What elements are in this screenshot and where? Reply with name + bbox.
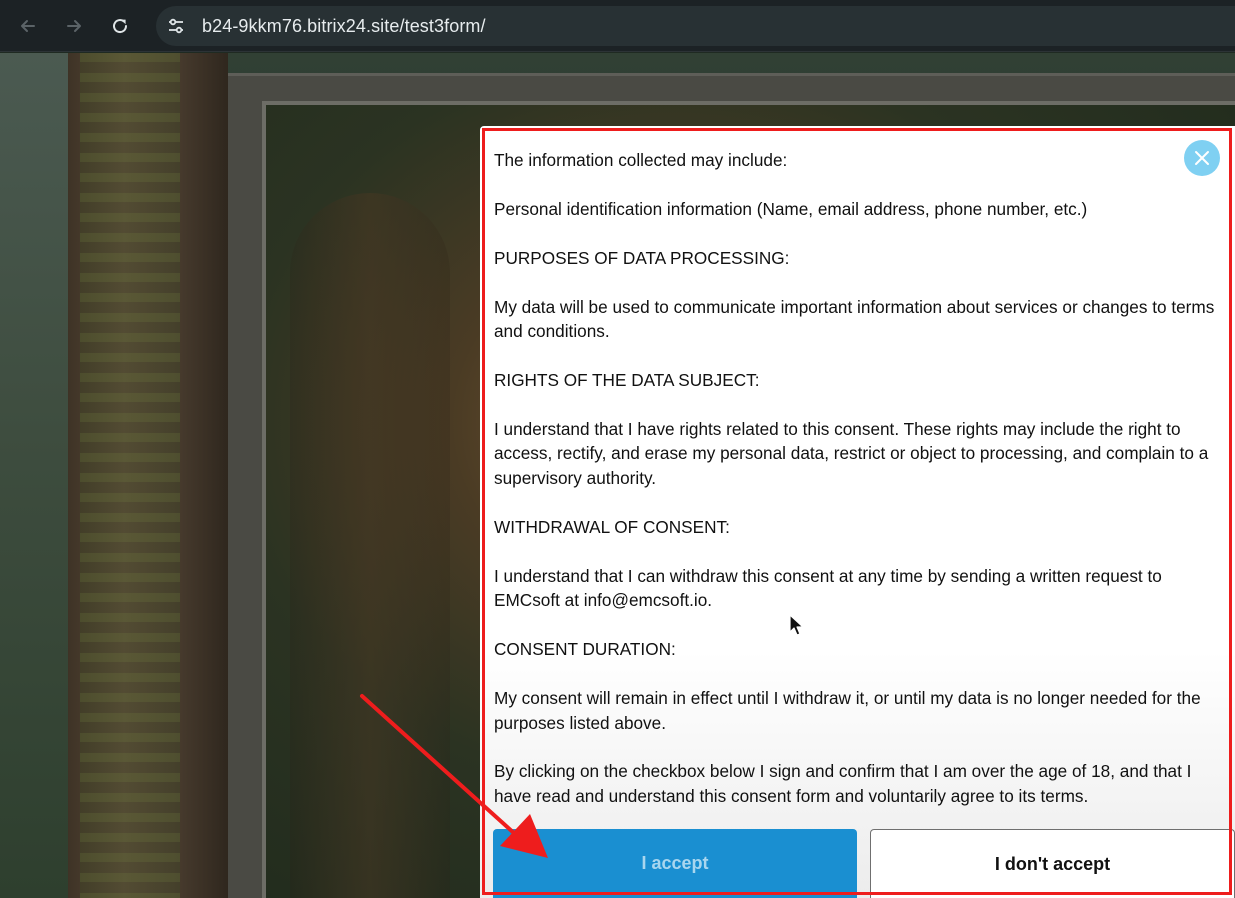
consent-paragraph: The information collected may include: — [494, 150, 788, 170]
consent-paragraph: I understand that I can withdraw this co… — [494, 565, 1162, 611]
forward-button[interactable] — [58, 10, 90, 42]
consent-paragraph: Personal identification information (Nam… — [494, 198, 1088, 219]
section-heading: RIGHTS OF THE DATA SUBJECT: — [494, 370, 760, 391]
arrow-left-icon — [21, 20, 35, 32]
consent-text: The information collected may include: P… — [494, 148, 1226, 833]
section-heading: WITHDRAWAL OF CONSENT: — [494, 516, 730, 537]
consent-paragraph: By clicking on the checkbox below I sign… — [494, 761, 1192, 806]
site-info-button[interactable] — [162, 12, 190, 40]
section-heading: CONSENT DURATION: — [494, 639, 676, 660]
consent-dialog: The information collected may include: P… — [480, 126, 1235, 898]
consent-paragraph: My consent will remain in effect until I… — [494, 688, 1201, 733]
arrow-right-icon — [67, 20, 81, 32]
address-bar[interactable]: b24-9kkm76.bitrix24.site/test3form/ — [156, 6, 1235, 46]
browser-toolbar: b24-9kkm76.bitrix24.site/test3form/ — [0, 0, 1235, 52]
consent-actions: I accept I don't accept — [493, 829, 1235, 898]
url-text[interactable]: b24-9kkm76.bitrix24.site/test3form/ — [202, 16, 486, 37]
tune-icon — [169, 18, 183, 34]
decline-button[interactable]: I don't accept — [870, 829, 1235, 898]
hanging-vines — [80, 53, 180, 898]
back-button[interactable] — [12, 10, 44, 42]
reload-button[interactable] — [104, 10, 136, 42]
section-heading: PURPOSES OF DATA PROCESSING: — [494, 247, 790, 268]
mouse-cursor-icon — [789, 614, 804, 636]
consent-paragraph: I understand that I have rights related … — [494, 418, 1209, 488]
painting-tree — [290, 193, 450, 898]
consent-paragraph: My data will be used to communicate impo… — [494, 296, 1215, 342]
accept-button[interactable]: I accept — [493, 829, 857, 898]
reload-icon — [113, 19, 128, 34]
